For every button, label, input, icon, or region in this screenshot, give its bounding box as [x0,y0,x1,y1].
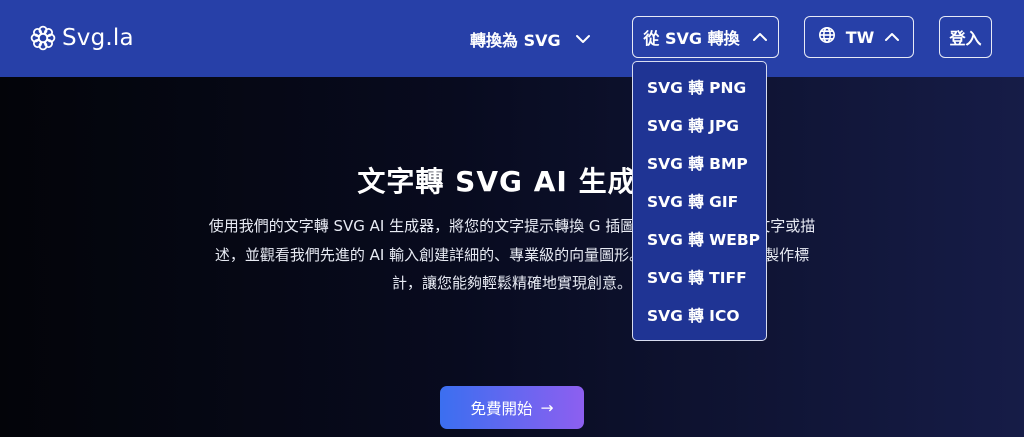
globe-icon [818,26,836,48]
menu-item-svg-to-bmp[interactable]: SVG 轉 BMP [647,152,748,174]
menu-item-svg-to-gif[interactable]: SVG 轉 GIF [647,190,738,212]
start-free-label: 免費開始 [470,399,533,418]
chevron-up-icon [752,32,768,42]
menu-item-svg-to-jpg[interactable]: SVG 轉 JPG [647,114,739,136]
login-button[interactable]: 登入 [939,16,992,58]
top-navigation-bar: Svg.la 轉換為 SVG 從 SVG 轉換 TW 登入 [0,0,1024,77]
nav-convert-to-svg[interactable]: 轉換為 SVG [470,24,591,54]
menu-item-svg-to-png[interactable]: SVG 轉 PNG [647,76,746,98]
chevron-down-icon [575,34,591,44]
arrow-right-icon: → [540,398,554,417]
nav-convert-to-label: 轉換為 SVG [470,31,561,50]
flower-logo-icon [30,25,56,51]
brand-name: Svg.la [62,25,134,51]
menu-item-svg-to-tiff[interactable]: SVG 轉 TIFF [647,266,747,288]
chevron-up-icon [884,32,900,42]
menu-item-svg-to-ico[interactable]: SVG 轉 ICO [647,304,740,326]
start-free-button[interactable]: 免費開始 → [440,386,584,429]
language-label: TW [845,27,875,47]
brand-logo[interactable]: Svg.la [30,22,134,54]
menu-item-svg-to-webp[interactable]: SVG 轉 WEBP [647,228,760,250]
page-title: 文字轉 SVG AI 生成 [357,165,637,198]
language-selector[interactable]: TW [804,16,914,58]
convert-from-svg-dropdown: SVG 轉 PNG SVG 轉 JPG SVG 轉 BMP SVG 轉 GIF … [632,61,767,341]
nav-convert-from-label: 從 SVG 轉換 [643,29,740,48]
nav-convert-from-svg[interactable]: 從 SVG 轉換 [632,16,779,58]
